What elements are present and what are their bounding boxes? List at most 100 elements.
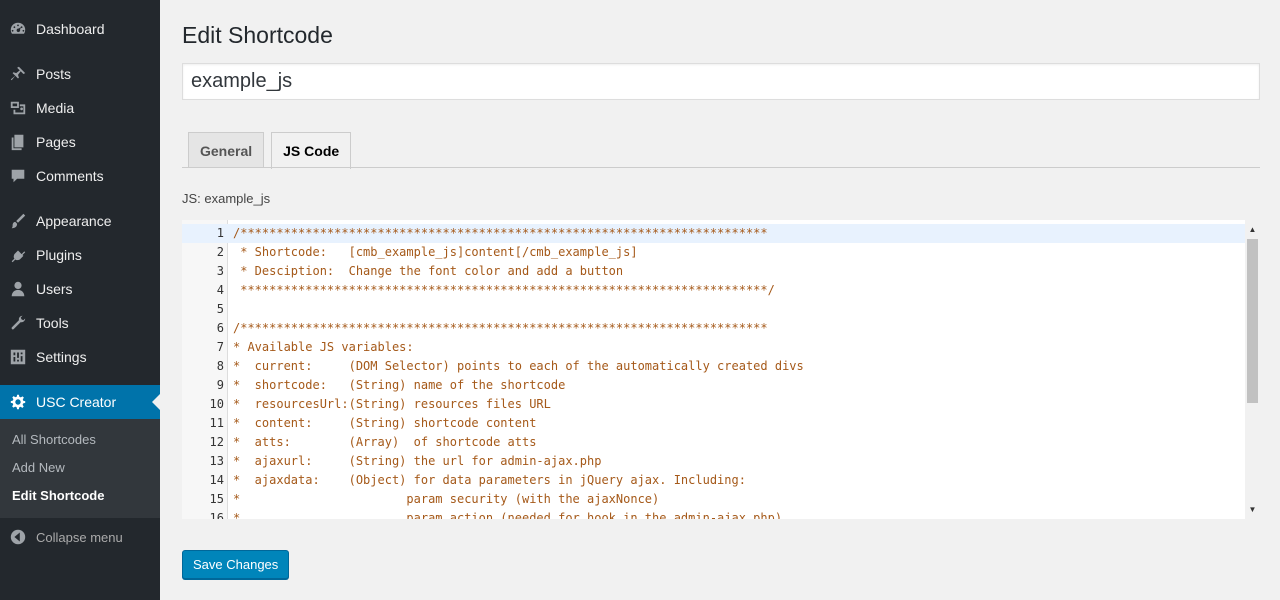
code-line: 10 * resourcesUrl:(String) resources file… <box>182 395 1245 414</box>
line-number: 13 <box>209 454 224 468</box>
code-line: 6 /**************************************… <box>182 319 1245 338</box>
admin-menu: Dashboard Posts Media Pages Comments App… <box>0 0 160 419</box>
menu-item-tools[interactable]: Tools <box>0 306 160 340</box>
comment-icon <box>8 166 28 186</box>
scroll-up-arrow-icon[interactable]: ▲ <box>1245 222 1260 237</box>
scrollbar-thumb[interactable] <box>1247 239 1258 403</box>
dashboard-icon <box>8 19 28 39</box>
code-line: 9 * shortcode: (String) name of the short… <box>182 376 1245 395</box>
menu-item-plugins[interactable]: Plugins <box>0 238 160 272</box>
js-code-label: JS: example_js <box>182 191 271 206</box>
pin-icon <box>8 64 28 84</box>
menu-label: Pages <box>36 134 76 150</box>
code-line: 1 /**************************************… <box>182 224 1245 243</box>
menu-item-media[interactable]: Media <box>0 91 160 125</box>
collapse-menu-button[interactable]: Collapse menu <box>0 520 160 554</box>
menu-item-posts[interactable]: Posts <box>0 57 160 91</box>
line-number: 8 <box>216 359 224 373</box>
submenu-item-edit-shortcode[interactable]: Edit Shortcode <box>0 482 160 510</box>
user-icon <box>8 279 28 299</box>
code-text: * shortcode: (String) name of the shortc… <box>233 378 566 392</box>
editor-scrollbar[interactable]: ▲ ▼ <box>1245 220 1260 519</box>
settings-icon <box>8 347 28 367</box>
submenu-item-add-new[interactable]: Add New <box>0 454 160 482</box>
code-line: 3 * Desciption: Change the font color an… <box>182 262 1245 281</box>
code-lines: 1 /**************************************… <box>182 224 1245 519</box>
menu-label: Media <box>36 100 75 116</box>
menu-label: Comments <box>36 168 104 184</box>
tab-js-code[interactable]: JS Code <box>271 132 352 169</box>
code-text: ****************************************… <box>233 283 775 297</box>
code-text: * resourcesUrl:(String) resources files … <box>233 397 551 411</box>
code-text: * ajaxurl: (String) the url for admin-aj… <box>233 454 602 468</box>
menu-item-comments[interactable]: Comments <box>0 159 160 193</box>
code-text: * param action (needed for hook in the a… <box>233 511 783 519</box>
line-number: 16 <box>209 511 224 519</box>
scroll-down-arrow-icon[interactable]: ▼ <box>1245 502 1260 517</box>
menu-label: Appearance <box>36 213 112 229</box>
code-line: 5 <box>182 300 1245 319</box>
submenu-item-all-shortcodes[interactable]: All Shortcodes <box>0 426 160 454</box>
line-number: 12 <box>209 435 224 449</box>
menu-item-users[interactable]: Users <box>0 272 160 306</box>
media-icon <box>8 98 28 118</box>
code-line: 2 * Shortcode: [cmb_example_js]content[/… <box>182 243 1245 262</box>
brush-icon <box>8 211 28 231</box>
line-number: 9 <box>216 378 224 392</box>
menu-item-dashboard[interactable]: Dashboard <box>0 12 160 46</box>
menu-label: Tools <box>36 315 69 331</box>
menu-label: Dashboard <box>36 21 105 37</box>
code-line: 12 * atts: (Array) of shortcode atts <box>182 433 1245 452</box>
code-text: * Available JS variables: <box>233 340 414 354</box>
line-number: 7 <box>216 340 224 354</box>
line-number: 11 <box>209 416 224 430</box>
menu-separator <box>0 46 160 57</box>
line-number: 14 <box>209 473 224 487</box>
code-text: * current: (DOM Selector) points to each… <box>233 359 804 373</box>
code-text: /***************************************… <box>233 321 768 335</box>
save-changes-button[interactable]: Save Changes <box>182 550 290 579</box>
collapse-label: Collapse menu <box>36 529 123 545</box>
code-editor[interactable]: 1 /**************************************… <box>182 220 1260 519</box>
line-number: 10 <box>209 397 224 411</box>
menu-label: Settings <box>36 349 87 365</box>
line-number: 1 <box>216 226 224 240</box>
admin-sidebar: Dashboard Posts Media Pages Comments App… <box>0 0 160 600</box>
code-line: 7 * Available JS variables: <box>182 338 1245 357</box>
line-number: 4 <box>216 283 224 297</box>
menu-label: Posts <box>36 66 72 82</box>
menu-item-pages[interactable]: Pages <box>0 125 160 159</box>
tabs-divider <box>182 167 1260 168</box>
menu-separator <box>0 193 160 204</box>
code-text: * content: (String) shortcode content <box>233 416 537 430</box>
wrench-icon <box>8 313 28 333</box>
plug-icon <box>8 245 28 265</box>
code-text: * Shortcode: [cmb_example_js]content[/cm… <box>233 245 638 259</box>
menu-item-settings[interactable]: Settings <box>0 340 160 374</box>
menu-item-appearance[interactable]: Appearance <box>0 204 160 238</box>
code-text: * ajaxdata: (Object) for data parameters… <box>233 473 746 487</box>
code-text: * atts: (Array) of shortcode atts <box>233 435 537 449</box>
shortcode-name-input[interactable]: example_js <box>182 63 1260 100</box>
line-number: 6 <box>216 321 224 335</box>
code-line: 13 * ajaxurl: (String) the url for admin-… <box>182 452 1245 471</box>
collapse-arrow-icon <box>8 527 28 547</box>
code-line: 14 * ajaxdata: (Object) for data paramete… <box>182 471 1245 490</box>
gear-icon <box>8 392 28 412</box>
tab-general[interactable]: General <box>188 132 265 168</box>
line-number: 15 <box>209 492 224 506</box>
code-text: * Desciption: Change the font color and … <box>233 264 624 278</box>
menu-separator <box>0 374 160 385</box>
menu-label: Users <box>36 281 73 297</box>
line-number: 5 <box>216 302 224 316</box>
line-number: 2 <box>216 245 224 259</box>
menu-label: USC Creator <box>36 394 117 410</box>
code-line: 15 * param security (with the ajaxNonce) <box>182 490 1245 509</box>
code-text: /***************************************… <box>233 226 768 240</box>
code-line: 8 * current: (DOM Selector) points to eac… <box>182 357 1245 376</box>
menu-item-usc-creator[interactable]: USC Creator <box>0 385 160 419</box>
page-title: Edit Shortcode <box>182 22 333 48</box>
pages-icon <box>8 132 28 152</box>
code-text: * param security (with the ajaxNonce) <box>233 492 660 506</box>
